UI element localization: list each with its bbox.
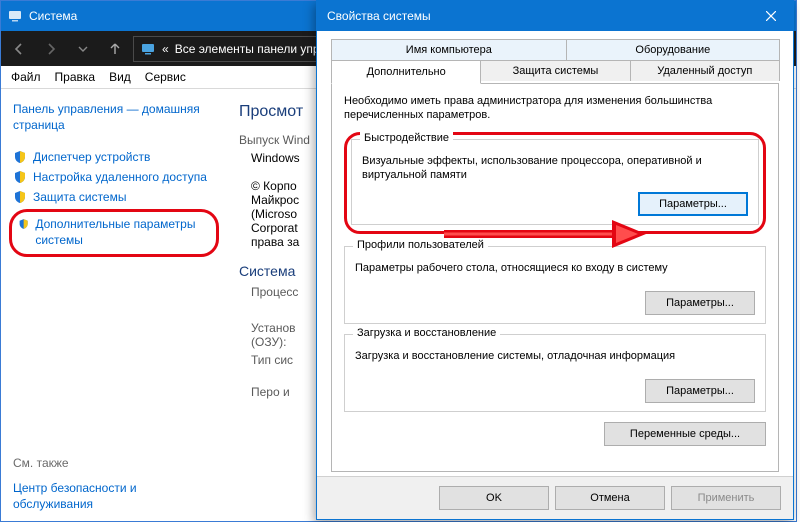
see-also-header: См. также xyxy=(13,456,219,470)
sidebar-item-label: Защита системы xyxy=(33,189,126,205)
recent-dropdown[interactable] xyxy=(69,36,97,62)
apply-button[interactable]: Применить xyxy=(671,486,781,510)
highlight-performance: Быстродействие Визуальные эффекты, испол… xyxy=(344,132,766,234)
dialog-button-row: OK Отмена Применить xyxy=(317,476,793,519)
group-performance: Быстродействие Визуальные эффекты, испол… xyxy=(351,139,759,225)
sidebar-item-label: Настройка удаленного доступа xyxy=(33,169,207,185)
dialog-body: Имя компьютера Оборудование Дополнительн… xyxy=(317,31,793,476)
sidebar-item-label: Диспетчер устройств xyxy=(33,149,150,165)
dialog-titlebar[interactable]: Свойства системы xyxy=(317,1,793,31)
tabs-row-2: Дополнительно Защита системы Удаленный д… xyxy=(331,60,779,83)
menu-edit[interactable]: Правка xyxy=(55,70,96,84)
group-user-profiles: Профили пользователей Параметры рабочего… xyxy=(344,246,766,324)
profiles-settings-button[interactable]: Параметры... xyxy=(645,291,755,315)
environment-variables-button[interactable]: Переменные среды... xyxy=(604,422,766,446)
tab-remote[interactable]: Удаленный доступ xyxy=(630,60,780,81)
forward-button[interactable] xyxy=(37,36,65,62)
sidebar-item-device-manager[interactable]: Диспетчер устройств xyxy=(13,149,219,165)
monitor-icon xyxy=(140,41,156,57)
breadcrumb-prefix: « xyxy=(162,42,169,56)
shield-icon xyxy=(13,150,27,164)
menu-view[interactable]: Вид xyxy=(109,70,131,84)
shield-icon xyxy=(13,170,27,184)
highlight-advanced-settings: Дополнительные параметры системы xyxy=(9,209,219,257)
tab-content-advanced: Необходимо иметь права администратора дл… xyxy=(331,83,779,472)
group-performance-legend: Быстродействие xyxy=(360,132,453,144)
tab-computer-name[interactable]: Имя компьютера xyxy=(331,39,567,60)
tab-system-protection[interactable]: Защита системы xyxy=(480,60,630,81)
sidebar-item-remote-settings[interactable]: Настройка удаленного доступа xyxy=(13,169,219,185)
tab-hardware[interactable]: Оборудование xyxy=(566,39,780,60)
shield-icon xyxy=(13,190,27,204)
ok-button[interactable]: OK xyxy=(439,486,549,510)
startup-settings-button[interactable]: Параметры... xyxy=(645,379,755,403)
sidebar: Панель управления — домашняя страница Ди… xyxy=(1,89,229,522)
group-startup-recovery-legend: Загрузка и восстановление xyxy=(353,327,500,339)
dialog-title: Свойства системы xyxy=(327,9,748,23)
admin-rights-note: Необходимо иметь права администратора дл… xyxy=(344,94,766,122)
shield-icon xyxy=(18,217,29,231)
sidebar-item-label: Дополнительные параметры системы xyxy=(35,216,206,248)
dialog-close-button[interactable] xyxy=(748,1,793,31)
sidebar-item-system-protection[interactable]: Защита системы xyxy=(13,189,219,205)
up-button[interactable] xyxy=(101,36,129,62)
group-startup-recovery: Загрузка и восстановление Загрузка и вос… xyxy=(344,334,766,412)
breadcrumb: Все элементы панели упр xyxy=(175,42,320,56)
group-user-profiles-desc: Параметры рабочего стола, относящиеся ко… xyxy=(355,261,755,275)
sidebar-item-advanced-settings[interactable]: Дополнительные параметры системы xyxy=(18,216,206,248)
group-performance-desc: Визуальные эффекты, использование процес… xyxy=(362,154,748,182)
tab-advanced[interactable]: Дополнительно xyxy=(331,60,481,84)
back-button[interactable] xyxy=(5,36,33,62)
menu-service[interactable]: Сервис xyxy=(145,70,186,84)
control-panel-home-link[interactable]: Панель управления — домашняя страница xyxy=(13,101,219,133)
group-user-profiles-legend: Профили пользователей xyxy=(353,239,488,251)
menu-file[interactable]: Файл xyxy=(11,70,41,84)
group-startup-recovery-desc: Загрузка и восстановление системы, отлад… xyxy=(355,349,755,363)
tabs-row-1: Имя компьютера Оборудование xyxy=(331,39,779,60)
system-icon xyxy=(7,8,23,24)
security-center-link[interactable]: Центр безопасности и обслуживания xyxy=(13,480,219,512)
cancel-button[interactable]: Отмена xyxy=(555,486,665,510)
system-properties-dialog: Свойства системы Имя компьютера Оборудов… xyxy=(316,0,794,520)
performance-settings-button[interactable]: Параметры... xyxy=(638,192,748,216)
